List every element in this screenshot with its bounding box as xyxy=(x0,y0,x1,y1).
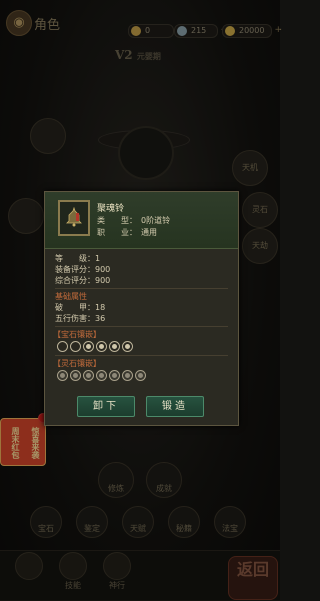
divider xyxy=(55,326,228,327)
gem-slot[interactable] xyxy=(96,341,107,352)
item-job: 职 业： 通用 xyxy=(97,228,157,237)
bell-icon xyxy=(66,207,82,227)
unequip-button[interactable]: 卸下 xyxy=(77,396,135,417)
gem-slot[interactable] xyxy=(83,341,94,352)
item-detail-panel: 聚魂铃 类 型： 0阶道铃 职 业： 通用 等 级：1 装备评分：900 综合评分：… xyxy=(44,191,239,426)
spirit-stone-slot[interactable] xyxy=(122,370,133,381)
equip-score: 装备评分：900 xyxy=(55,265,111,274)
gem-slot-empty[interactable] xyxy=(57,341,68,352)
divider xyxy=(55,355,228,356)
item-type: 类 型： 0阶道铃 xyxy=(97,216,171,225)
gem-inlay-title: 【宝石镶嵌】 xyxy=(53,330,101,339)
spirit-stone-slot[interactable] xyxy=(57,370,68,381)
spirit-stone-slot[interactable] xyxy=(70,370,81,381)
spirit-stone-slot[interactable] xyxy=(96,370,107,381)
divider xyxy=(55,288,228,289)
spirit-inlay-title: 【灵石镶嵌】 xyxy=(53,359,101,368)
item-slot xyxy=(58,200,90,236)
pierce-attr: 破 甲：18 xyxy=(55,303,106,312)
gem-slot-empty[interactable] xyxy=(70,341,81,352)
gem-slot[interactable] xyxy=(122,341,133,352)
item-name: 聚魂铃 xyxy=(97,204,125,214)
gem-slot[interactable] xyxy=(109,341,120,352)
element-damage-attr: 五行伤害：36 xyxy=(55,314,106,323)
spirit-stone-slot[interactable] xyxy=(83,370,94,381)
base-attr-title: 基础属性 xyxy=(55,292,87,301)
total-score: 综合评分：900 xyxy=(55,276,111,285)
forge-button[interactable]: 锻造 xyxy=(146,396,204,417)
item-header: 聚魂铃 类 型： 0阶道铃 职 业： 通用 xyxy=(45,192,238,249)
spirit-stone-slot[interactable] xyxy=(109,370,120,381)
item-level: 等 级：1 xyxy=(55,254,101,263)
spirit-stone-slot[interactable] xyxy=(135,370,146,381)
